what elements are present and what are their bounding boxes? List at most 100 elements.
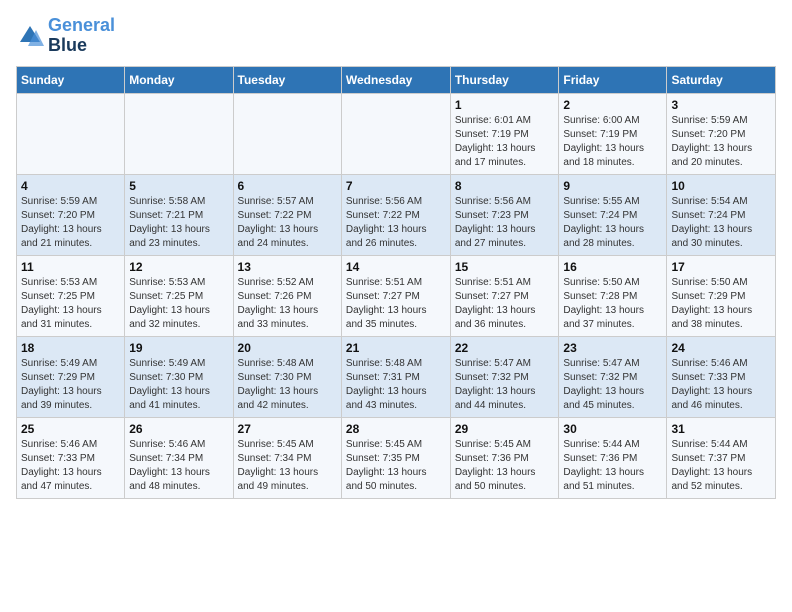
calendar-cell: 27 Sunrise: 5:45 AM Sunset: 7:34 PM Dayli… — [233, 417, 341, 498]
calendar-cell: 16Sunrise: 5:50 AM Sunset: 7:28 PM Dayli… — [559, 255, 667, 336]
day-number: 19 — [129, 341, 228, 355]
day-info: Sunrise: 5:49 AM Sunset: 7:30 PM Dayligh… — [129, 357, 228, 413]
day-info: Sunrise: 5:47 AM Sunset: 7:32 PM Dayligh… — [563, 357, 662, 413]
calendar-cell: 31 Sunrise: 5:44 AM Sunset: 7:37 PM Dayli… — [667, 417, 776, 498]
calendar-cell: 11Sunrise: 5:53 AM Sunset: 7:25 PM Dayli… — [17, 255, 125, 336]
day-info: Sunrise: 5:46 AM Sunset: 7:33 PM Dayligh… — [21, 438, 120, 494]
day-number: 12 — [129, 260, 228, 274]
day-number: 4 — [21, 179, 120, 193]
calendar-cell: 3 Sunrise: 5:59 AM Sunset: 7:20 PM Daylig… — [667, 93, 776, 174]
calendar-week-1: 4 Sunrise: 5:59 AM Sunset: 7:20 PM Daylig… — [17, 174, 776, 255]
logo: General Blue — [16, 16, 115, 56]
day-number: 25 — [21, 422, 120, 436]
calendar-header: SundayMondayTuesdayWednesdayThursdayFrid… — [17, 66, 776, 93]
day-info: Sunrise: 5:52 AM Sunset: 7:26 PM Dayligh… — [238, 276, 337, 332]
header-cell-monday: Monday — [125, 66, 233, 93]
day-number: 20 — [238, 341, 337, 355]
day-info: Sunrise: 5:54 AM Sunset: 7:24 PM Dayligh… — [671, 195, 771, 251]
calendar-cell: 8 Sunrise: 5:56 AM Sunset: 7:23 PM Daylig… — [450, 174, 559, 255]
day-number: 7 — [346, 179, 446, 193]
calendar-cell: 21Sunrise: 5:48 AM Sunset: 7:31 PM Dayli… — [341, 336, 450, 417]
calendar-cell: 25 Sunrise: 5:46 AM Sunset: 7:33 PM Dayli… — [17, 417, 125, 498]
header-row: SundayMondayTuesdayWednesdayThursdayFrid… — [17, 66, 776, 93]
day-info: Sunrise: 5:45 AM Sunset: 7:34 PM Dayligh… — [238, 438, 337, 494]
header-cell-wednesday: Wednesday — [341, 66, 450, 93]
page-header: General Blue — [16, 16, 776, 56]
day-number: 22 — [455, 341, 555, 355]
day-number: 3 — [671, 98, 771, 112]
calendar-cell: 29 Sunrise: 5:45 AM Sunset: 7:36 PM Dayli… — [450, 417, 559, 498]
day-info: Sunrise: 5:48 AM Sunset: 7:30 PM Dayligh… — [238, 357, 337, 413]
day-number: 24 — [671, 341, 771, 355]
day-number: 13 — [238, 260, 337, 274]
day-number: 5 — [129, 179, 228, 193]
day-info: Sunrise: 5:57 AM Sunset: 7:22 PM Dayligh… — [238, 195, 337, 251]
day-info: Sunrise: 5:58 AM Sunset: 7:21 PM Dayligh… — [129, 195, 228, 251]
day-info: Sunrise: 5:51 AM Sunset: 7:27 PM Dayligh… — [346, 276, 446, 332]
day-number: 23 — [563, 341, 662, 355]
calendar-week-4: 25 Sunrise: 5:46 AM Sunset: 7:33 PM Dayli… — [17, 417, 776, 498]
day-info: Sunrise: 5:51 AM Sunset: 7:27 PM Dayligh… — [455, 276, 555, 332]
logo-text: General Blue — [48, 16, 115, 56]
day-info: Sunrise: 5:49 AM Sunset: 7:29 PM Dayligh… — [21, 357, 120, 413]
calendar-week-2: 11Sunrise: 5:53 AM Sunset: 7:25 PM Dayli… — [17, 255, 776, 336]
calendar-cell: 2Sunrise: 6:00 AM Sunset: 7:19 PM Daylig… — [559, 93, 667, 174]
day-number: 15 — [455, 260, 555, 274]
day-info: Sunrise: 5:56 AM Sunset: 7:23 PM Dayligh… — [455, 195, 555, 251]
day-number: 9 — [563, 179, 662, 193]
calendar-cell: 9Sunrise: 5:55 AM Sunset: 7:24 PM Daylig… — [559, 174, 667, 255]
calendar-cell: 7 Sunrise: 5:56 AM Sunset: 7:22 PM Daylig… — [341, 174, 450, 255]
day-info: Sunrise: 5:44 AM Sunset: 7:37 PM Dayligh… — [671, 438, 771, 494]
calendar-week-0: 1 Sunrise: 6:01 AM Sunset: 7:19 PM Daylig… — [17, 93, 776, 174]
calendar-week-3: 18 Sunrise: 5:49 AM Sunset: 7:29 PM Dayli… — [17, 336, 776, 417]
day-info: Sunrise: 5:50 AM Sunset: 7:29 PM Dayligh… — [671, 276, 771, 332]
day-number: 17 — [671, 260, 771, 274]
day-number: 10 — [671, 179, 771, 193]
header-cell-saturday: Saturday — [667, 66, 776, 93]
day-number: 18 — [21, 341, 120, 355]
day-number: 29 — [455, 422, 555, 436]
day-number: 14 — [346, 260, 446, 274]
day-number: 1 — [455, 98, 555, 112]
calendar-cell: 6 Sunrise: 5:57 AM Sunset: 7:22 PM Daylig… — [233, 174, 341, 255]
header-cell-tuesday: Tuesday — [233, 66, 341, 93]
day-info: Sunrise: 6:01 AM Sunset: 7:19 PM Dayligh… — [455, 114, 555, 170]
calendar-cell: 5 Sunrise: 5:58 AM Sunset: 7:21 PM Daylig… — [125, 174, 233, 255]
calendar-cell — [17, 93, 125, 174]
calendar-cell: 30Sunrise: 5:44 AM Sunset: 7:36 PM Dayli… — [559, 417, 667, 498]
day-info: Sunrise: 5:46 AM Sunset: 7:34 PM Dayligh… — [129, 438, 228, 494]
day-number: 28 — [346, 422, 446, 436]
day-number: 2 — [563, 98, 662, 112]
day-info: Sunrise: 5:53 AM Sunset: 7:25 PM Dayligh… — [21, 276, 120, 332]
calendar-table: SundayMondayTuesdayWednesdayThursdayFrid… — [16, 66, 776, 499]
day-info: Sunrise: 5:59 AM Sunset: 7:20 PM Dayligh… — [671, 114, 771, 170]
day-info: Sunrise: 5:53 AM Sunset: 7:25 PM Dayligh… — [129, 276, 228, 332]
day-number: 8 — [455, 179, 555, 193]
calendar-cell: 19 Sunrise: 5:49 AM Sunset: 7:30 PM Dayli… — [125, 336, 233, 417]
calendar-cell: 12 Sunrise: 5:53 AM Sunset: 7:25 PM Dayli… — [125, 255, 233, 336]
calendar-cell: 4 Sunrise: 5:59 AM Sunset: 7:20 PM Daylig… — [17, 174, 125, 255]
day-number: 30 — [563, 422, 662, 436]
calendar-cell: 20 Sunrise: 5:48 AM Sunset: 7:30 PM Dayli… — [233, 336, 341, 417]
calendar-cell: 1 Sunrise: 6:01 AM Sunset: 7:19 PM Daylig… — [450, 93, 559, 174]
day-number: 26 — [129, 422, 228, 436]
calendar-cell: 28Sunrise: 5:45 AM Sunset: 7:35 PM Dayli… — [341, 417, 450, 498]
day-number: 27 — [238, 422, 337, 436]
day-info: Sunrise: 5:47 AM Sunset: 7:32 PM Dayligh… — [455, 357, 555, 413]
day-info: Sunrise: 5:48 AM Sunset: 7:31 PM Dayligh… — [346, 357, 446, 413]
day-info: Sunrise: 5:56 AM Sunset: 7:22 PM Dayligh… — [346, 195, 446, 251]
day-info: Sunrise: 5:59 AM Sunset: 7:20 PM Dayligh… — [21, 195, 120, 251]
calendar-cell — [125, 93, 233, 174]
calendar-cell: 18 Sunrise: 5:49 AM Sunset: 7:29 PM Dayli… — [17, 336, 125, 417]
day-number: 31 — [671, 422, 771, 436]
day-number: 16 — [563, 260, 662, 274]
calendar-body: 1 Sunrise: 6:01 AM Sunset: 7:19 PM Daylig… — [17, 93, 776, 498]
header-cell-sunday: Sunday — [17, 66, 125, 93]
day-number: 6 — [238, 179, 337, 193]
calendar-cell — [233, 93, 341, 174]
header-cell-thursday: Thursday — [450, 66, 559, 93]
calendar-cell: 17 Sunrise: 5:50 AM Sunset: 7:29 PM Dayli… — [667, 255, 776, 336]
logo-icon — [16, 22, 44, 50]
day-info: Sunrise: 5:45 AM Sunset: 7:36 PM Dayligh… — [455, 438, 555, 494]
calendar-cell: 23 Sunrise: 5:47 AM Sunset: 7:32 PM Dayli… — [559, 336, 667, 417]
